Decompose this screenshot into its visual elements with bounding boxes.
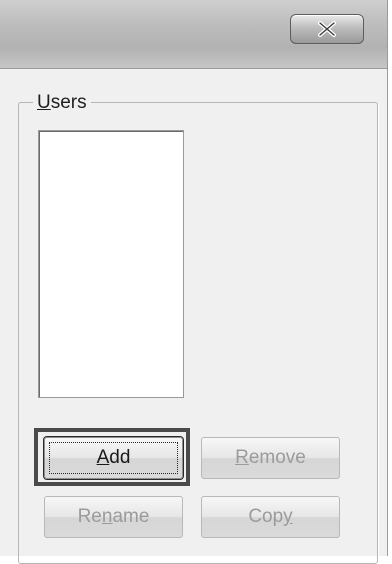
remove-button[interactable]: Remove [201, 437, 340, 479]
close-icon [318, 21, 336, 37]
copy-button[interactable]: Copy [201, 496, 340, 538]
users-group-label: Users [33, 92, 91, 114]
users-dialog-window: Users Add Remove Rename Copy [0, 0, 388, 564]
remove-button-label: Remove [235, 447, 306, 468]
title-bar [0, 0, 387, 69]
copy-button-label: Copy [248, 506, 293, 527]
users-list[interactable] [38, 130, 184, 398]
rename-button[interactable]: Rename [44, 496, 183, 538]
close-button[interactable] [290, 14, 364, 44]
focus-rectangle [49, 442, 178, 474]
rename-button-label: Rename [77, 506, 150, 527]
add-button[interactable]: Add [44, 437, 183, 479]
